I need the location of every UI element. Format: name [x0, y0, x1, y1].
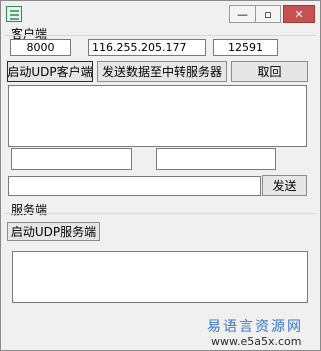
- local-port-field[interactable]: 8000: [10, 39, 71, 56]
- app-icon: [6, 6, 22, 22]
- minimize-icon: —: [237, 7, 248, 21]
- start-udp-client-button[interactable]: 启动UDP客户端: [7, 61, 93, 82]
- server-ip-field[interactable]: 116.255.205.177: [88, 39, 206, 56]
- client-info-field-left[interactable]: [11, 148, 132, 170]
- client-section-divider: [5, 35, 316, 36]
- server-section-divider: [5, 213, 316, 214]
- send-to-relay-button[interactable]: 发送数据至中转服务器: [97, 61, 227, 82]
- maximize-icon: ▫: [264, 7, 272, 21]
- close-button[interactable]: ✕: [283, 5, 315, 23]
- server-section-label: 服务端: [11, 203, 48, 217]
- remote-port-field[interactable]: 12591: [213, 39, 278, 56]
- close-icon: ✕: [294, 7, 304, 21]
- maximize-button[interactable]: ▫: [255, 5, 281, 23]
- send-button[interactable]: 发送: [262, 175, 307, 196]
- client-log-textarea[interactable]: [8, 85, 307, 147]
- minimize-button[interactable]: —: [229, 5, 255, 23]
- watermark-text: 易语言资源网: [207, 319, 303, 335]
- start-udp-server-button[interactable]: 启动UDP服务端: [7, 222, 100, 241]
- client-info-field-right[interactable]: [156, 148, 276, 170]
- send-message-input[interactable]: [8, 176, 261, 196]
- watermark-url: www.e5a5x.com: [211, 335, 302, 348]
- main-window: — ▫ ✕ 客户端 8000 116.255.205.177 12591 启动U…: [0, 0, 321, 351]
- server-log-textarea[interactable]: [12, 251, 308, 303]
- title-bar[interactable]: — ▫ ✕: [1, 1, 320, 25]
- retrieve-button[interactable]: 取回: [231, 61, 308, 82]
